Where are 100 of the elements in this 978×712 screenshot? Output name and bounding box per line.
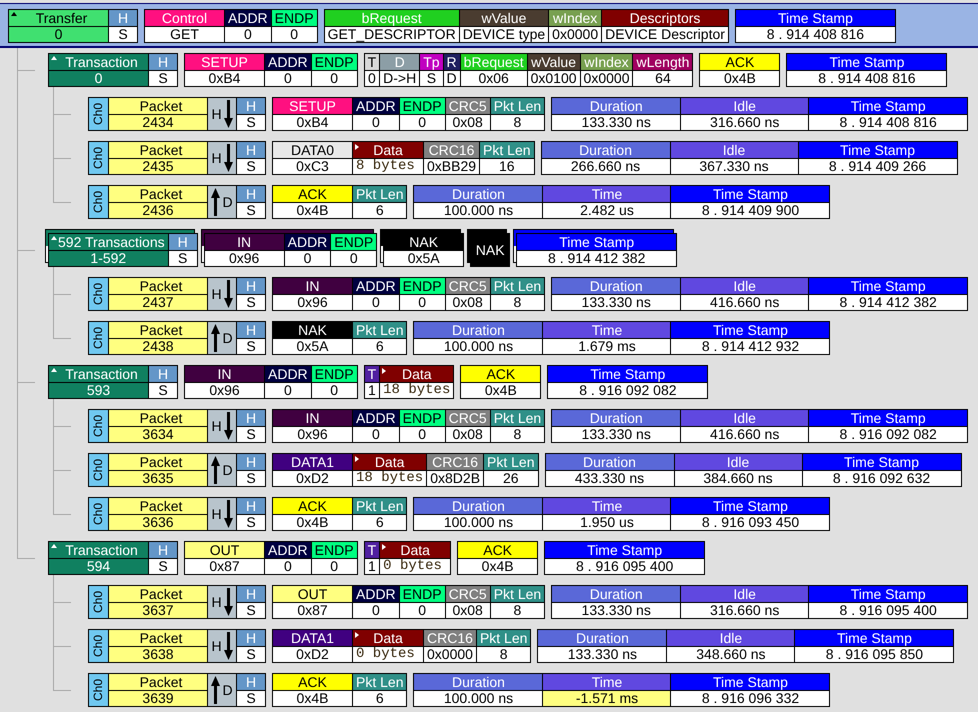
channel-label: Ch0 (89, 142, 108, 174)
field-label: Time Stamp (671, 674, 830, 691)
item-number: 3635 (109, 471, 207, 486)
field-label: ENDP (312, 54, 357, 71)
field-label: H (237, 586, 265, 603)
field-label: ENDP (400, 278, 445, 295)
field-label: Time (543, 498, 670, 515)
field-label: Pkt Len (353, 186, 406, 203)
direction-label: D (222, 194, 233, 210)
trace-row[interactable]: Ch0 Packet 3634 H H S IN 0x96 ADDR 0 ENDP 0 CRC5 0x08 Pkt Len 8 Duration 133.330 ns Idle 416.660 ns Time Stamp 8 . 916 092 082 (88, 409, 978, 443)
field-label: ADDR (353, 586, 399, 603)
direction-label: H (211, 150, 222, 166)
field-label: Duration (414, 322, 542, 339)
field-label: H (149, 542, 177, 559)
item-number: 2435 (109, 159, 207, 174)
field-label: ADDR (225, 10, 271, 27)
field-label: Duration (414, 674, 542, 691)
trace-row[interactable]: Transfer 0 H S Control GET ADDR 0 ENDP 0 bRequest GET_DESCRIPTOR wValue DEVICE type wIndex 0x0000 Descriptors DEVICE Descriptor Time Stamp 8 . 914 408 816 (0, 3, 978, 48)
direction-label: H (211, 506, 222, 522)
field-label: ADDR (284, 234, 330, 251)
item-type-label: Packet (109, 98, 207, 115)
item-type-label: Transaction (49, 54, 148, 71)
trace-row[interactable]: Ch0 Packet 3637 H H S OUT 0x87 ADDR 0 ENDP 0 CRC5 0x08 Pkt Len 8 Duration 133.330 ns Idle 316.660 ns Time Stamp 8 . 916 095 400 (88, 585, 978, 619)
triangle-icon[interactable] (382, 544, 386, 550)
field-label: H (237, 630, 265, 647)
field-label: DATA1 (273, 630, 352, 647)
field-label: Duration (552, 586, 680, 603)
trace-row[interactable]: Transaction 0 H S SETUP 0xB4 ADDR 0 ENDP 0 T 0 D D->H Tp S R D bRequest 0x06 wValue 0x0100 wIndex 0x0000 wLength 64 ACK 0x4B Time Stamp 8 . 914 408 816 (48, 53, 978, 87)
triangle-icon[interactable] (382, 368, 386, 374)
field-label: Pkt Len (490, 586, 544, 603)
field-label: Idle (670, 142, 798, 159)
field-label: Time Stamp (787, 54, 946, 71)
field-label: Time Stamp (809, 278, 968, 295)
field-label: Duration (552, 98, 680, 115)
field-label: Pkt Len (353, 498, 406, 515)
field-label: wIndex (580, 54, 632, 71)
field-label: SETUP (185, 54, 264, 71)
item-type-label: Packet (109, 454, 207, 471)
field-label: wValue (460, 10, 548, 27)
trace-row[interactable]: Transaction 594 H S OUT 0x87 ADDR 0 ENDP 0 T 1 Data 0 bytes ACK 0x4B Time Stamp 8 . 916 095 400 (48, 541, 978, 575)
direction-label: H (211, 106, 222, 122)
field-label: H (237, 142, 265, 159)
channel-label: Ch0 (89, 498, 108, 530)
field-label: Data (353, 630, 423, 647)
field-label: H (237, 674, 265, 691)
item-type-label: 592 Transactions (49, 234, 168, 251)
field-label: wIndex (549, 10, 602, 27)
field-label: wValue (528, 54, 580, 71)
trace-row[interactable]: Ch0 Packet 2437 H H S IN 0x96 ADDR 0 ENDP 0 CRC5 0x08 Pkt Len 8 Duration 133.330 ns Idle 416.660 ns Time Stamp 8 . 914 412 382 (88, 277, 978, 311)
trace-row[interactable]: Transaction 593 H S IN 0x96 ADDR 0 ENDP 0 T 1 Data 18 bytes ACK 0x4B Time Stamp 8 . 916 092 082 (48, 365, 978, 399)
field-label: T (364, 542, 380, 559)
field-label: ACK (273, 674, 352, 691)
item-number: 3637 (109, 603, 207, 618)
field-label: T (364, 54, 380, 71)
field-label: Idle (667, 630, 794, 647)
field-label: Tp (420, 54, 443, 71)
trace-row[interactable]: 592 Transactions 1-592 H S IN 0x96 ADDR 0 ENDP 0 NAK 0x5A NAK Time Stamp 8 . 914 412 382 (48, 229, 978, 267)
field-label: Time Stamp (548, 366, 708, 383)
trace-row[interactable]: Ch0 Packet 2434 H H S SETUP 0xB4 ADDR 0 ENDP 0 CRC5 0x08 Pkt Len 8 Duration 133.330 ns Idle 316.660 ns Time Stamp 8 . 914 408 816 (88, 97, 978, 131)
field-label: Idle (681, 278, 808, 295)
field-label: ACK (273, 498, 352, 515)
field-label: Time (543, 186, 670, 203)
triangle-icon[interactable] (355, 632, 359, 638)
channel-label: Ch0 (89, 410, 108, 442)
triangle-icon[interactable] (355, 144, 359, 150)
field-label: DATA1 (273, 454, 352, 471)
trace-row[interactable]: Ch0 Packet 3636 H H S ACK 0x4B Pkt Len 6 Duration 100.000 ns Time 1.950 us Time Stamp 8 . 916 093 450 (88, 497, 978, 531)
direction-label: D (222, 682, 233, 698)
trace-row[interactable]: Ch0 Packet 2435 H H S DATA0 0xC3 Data 8 bytes CRC16 0xBB29 Pkt Len 16 Duration 266.660 ns Idle 367.330 ns Time Stamp 8 . 914 409 266 (88, 141, 978, 175)
trace-row[interactable]: Ch0 Packet 3638 H H S DATA1 0xD2 Data 0 bytes CRC16 0x0000 Pkt Len 8 Duration 133.330 ns Idle 348.660 ns Time Stamp 8 . 916 095 850 (88, 629, 978, 663)
field-label: Data (380, 542, 450, 559)
item-number: 2437 (109, 295, 207, 310)
item-number: 594 (49, 559, 148, 574)
status-badge: NAK (470, 233, 510, 267)
field-label: Time Stamp (809, 586, 968, 603)
field-label: Idle (681, 410, 808, 427)
field-label: Data (353, 454, 426, 471)
field-label: bRequest (460, 54, 527, 71)
channel-label: Ch0 (89, 586, 108, 618)
field-label: CRC5 (446, 586, 490, 603)
field-label: T (364, 366, 380, 383)
field-label: Time Stamp (517, 234, 676, 251)
field-label: Duration (414, 498, 542, 515)
field-label: Descriptors (602, 10, 728, 27)
direction-label: H (211, 594, 222, 610)
item-number: 3636 (109, 515, 207, 530)
field-label: H (237, 498, 265, 515)
field-label: Time Stamp (802, 454, 961, 471)
field-label: IN (185, 366, 264, 383)
field-label: ENDP (400, 98, 445, 115)
triangle-icon[interactable] (355, 456, 359, 462)
field-label: ADDR (265, 366, 311, 383)
channel-label: Ch0 (89, 454, 108, 486)
item-type-label: Packet (109, 186, 207, 203)
item-number: 2434 (109, 115, 207, 130)
field-label: D (380, 54, 420, 71)
field-label: Control (145, 10, 224, 27)
field-label: SETUP (273, 98, 352, 115)
item-number: 2438 (109, 339, 207, 354)
triangle-icon[interactable] (11, 12, 17, 16)
